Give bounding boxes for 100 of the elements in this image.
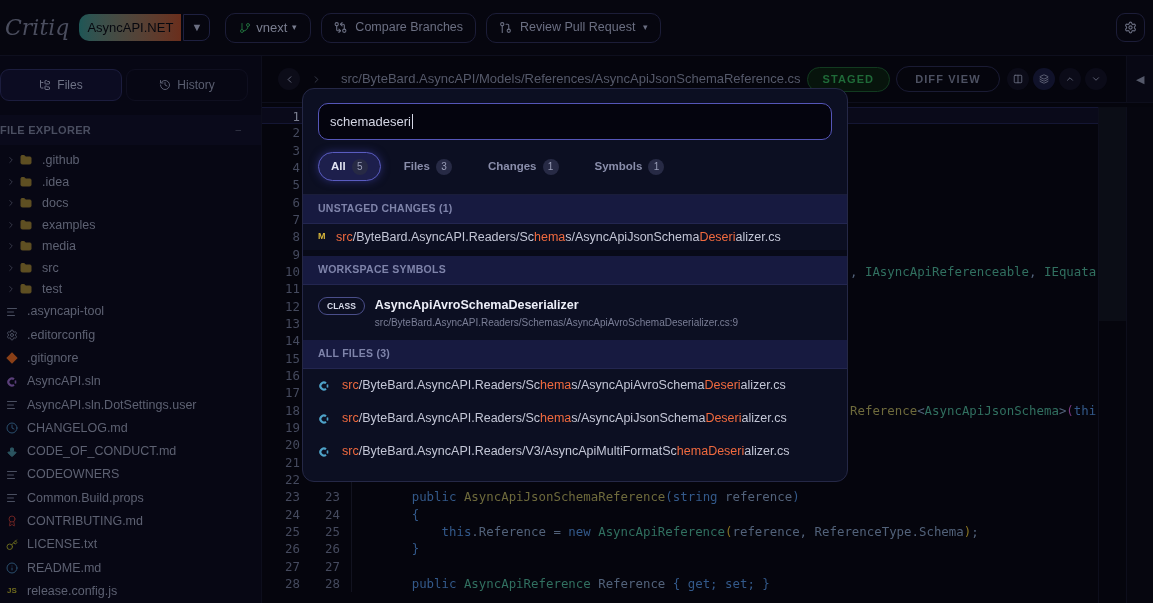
file-item[interactable]: README.md — [0, 556, 261, 580]
js-icon: JS — [7, 587, 17, 596]
code-line: } — [410, 540, 420, 558]
folder-icon — [20, 283, 32, 296]
file-item[interactable]: AsyncAPI.sln — [0, 370, 261, 394]
line-number: 27 — [284, 557, 300, 575]
file-item[interactable]: .asyncapi-tool — [0, 300, 261, 324]
file-result[interactable]: src/ByteBard.AsyncAPI.Readers/Schemas/AsyncApiAvroSchemaDeserializer.cs — [303, 369, 847, 402]
csharp-icon — [318, 412, 330, 425]
file-item[interactable]: JS release.config.js — [0, 579, 261, 603]
line-number: 4 — [291, 159, 300, 177]
folder-item[interactable]: examples — [0, 214, 261, 236]
file-path: src/ByteBard.AsyncAPI/Models/References/AsyncApiJsonSchemaReference.cs — [341, 70, 801, 89]
line-number: 21 — [284, 453, 300, 471]
chevron-right-icon — [6, 176, 16, 187]
line-number: 13 — [284, 314, 300, 333]
line-number: 24 — [325, 506, 340, 522]
clock-icon — [6, 422, 18, 435]
symbol-name: AsyncApiAvroSchemaDeserializer — [374, 297, 580, 313]
line-number: 27 — [325, 558, 340, 574]
line-number: 2 — [291, 124, 300, 142]
file-result[interactable]: src/ByteBard.AsyncAPI.Readers/V3/AsyncApiMultiFormatSchemaDeserializer.cs — [303, 435, 847, 468]
history-tab[interactable]: History — [126, 69, 248, 101]
section-header: ALL FILES (3) — [318, 346, 391, 362]
line-number: 8 — [291, 228, 300, 246]
folder-icon — [20, 175, 32, 188]
layers-button[interactable] — [1032, 68, 1055, 90]
csharp-icon — [6, 375, 18, 388]
previous-change-button[interactable] — [1058, 68, 1081, 90]
pull-request-icon — [499, 21, 513, 34]
csharp-icon — [318, 379, 330, 392]
chevron-right-icon — [6, 219, 16, 230]
line-number: 12 — [284, 297, 300, 315]
file-path: src/ByteBard.AsyncAPI.Readers/Schemas/AsyncApiAvroSchemaDeserializer.cs — [342, 377, 786, 395]
line-number: 6 — [291, 193, 300, 211]
repository-button[interactable]: AsyncAPI.NET — [79, 14, 182, 41]
file-path: src/ByteBard.AsyncAPI.Readers/Schemas/AsyncApiJsonSchemaDeserializer.cs — [336, 228, 781, 246]
folder-item[interactable]: media — [0, 235, 261, 258]
folder-item[interactable]: .idea — [0, 171, 261, 193]
folder-item[interactable]: docs — [0, 192, 261, 215]
file-explorer-title: FILE EXPLORER — [0, 122, 91, 138]
text-lines-icon — [6, 468, 18, 481]
branch-icon — [239, 21, 252, 34]
chevron-right-icon — [6, 284, 16, 295]
line-number: 20 — [284, 436, 300, 454]
settings-icon — [1124, 21, 1137, 34]
file-item[interactable]: CODE_OF_CONDUCT.md — [0, 439, 261, 464]
line-number: 18 — [284, 401, 300, 419]
line-number: 11 — [284, 280, 300, 298]
folder-icon — [20, 218, 32, 231]
file-item[interactable]: CODEOWNERS — [0, 463, 261, 487]
file-tree-icon — [39, 79, 52, 91]
filter-tab[interactable]: Symbols 1 — [581, 152, 678, 181]
file-path: src/ByteBard.AsyncAPI.Readers/Schemas/AsyncApiJsonSchemaDeserializer.cs — [342, 410, 787, 428]
repository-dropdown-button[interactable]: ▼ — [183, 14, 211, 41]
settings-button[interactable] — [1116, 13, 1145, 42]
file-result[interactable]: src/ByteBard.AsyncAPI.Readers/Schemas/AsyncApiJsonSchemaDeserializer.cs — [303, 402, 847, 435]
chevron-right-icon — [6, 155, 16, 166]
compare-branches-button[interactable]: Compare Branches — [321, 12, 477, 43]
next-change-button[interactable] — [1084, 68, 1107, 90]
ribbon-icon — [6, 515, 18, 528]
file-item[interactable]: AsyncAPI.sln.DotSettings.user — [0, 393, 261, 417]
info-icon — [6, 562, 18, 575]
file-item[interactable]: .editorconfig — [0, 323, 261, 347]
files-tab[interactable]: Files — [0, 69, 122, 101]
line-number: 10 — [284, 262, 300, 281]
file-item[interactable]: CHANGELOG.md — [0, 416, 261, 440]
line-number: 19 — [284, 418, 300, 437]
back-button[interactable] — [278, 68, 300, 90]
side-panel-toggle[interactable]: ◀ — [1126, 56, 1153, 102]
file-item[interactable]: .gitignore — [0, 346, 261, 371]
file-item[interactable]: LICENSE.txt — [0, 533, 261, 557]
search-field[interactable]: schemadeseri — [318, 103, 832, 140]
filter-tab[interactable]: Files 3 — [390, 152, 465, 181]
line-number: 22 — [284, 470, 300, 489]
csharp-icon — [318, 445, 330, 458]
scrollbar-thumb[interactable] — [1099, 107, 1126, 321]
folder-item[interactable]: test — [0, 278, 261, 301]
file-item[interactable]: CONTRIBUTING.md — [0, 509, 261, 534]
filter-tab[interactable]: Changes 1 — [474, 152, 572, 181]
filter-tab[interactable]: All 5 — [318, 152, 381, 181]
file-item[interactable]: Common.Build.props — [0, 486, 261, 510]
symbol-location: src/ByteBard.AsyncAPI.Readers/Schemas/AsyncApiAvroSchemaDeserializer.cs:9 — [374, 316, 739, 330]
line-number: 23 — [325, 489, 340, 505]
branch-selector[interactable]: vnext ▾ — [225, 12, 312, 43]
review-pull-request-button[interactable]: Review Pull Request ▾ — [486, 12, 662, 43]
code-line: this.Reference = new AsyncApiReference(reference, ReferenceType.Schema); — [440, 522, 979, 541]
chevron-up-icon — [1064, 74, 1075, 84]
folder-item[interactable]: .github — [0, 149, 261, 172]
chevron-down-icon — [1090, 74, 1101, 84]
code-line: public AsyncApiReference Reference { get; set; } — [410, 574, 770, 593]
line-number: 3 — [291, 141, 300, 159]
split-view-button[interactable] — [1006, 68, 1029, 90]
folder-icon — [20, 240, 32, 253]
symbol-result[interactable]: CLASS AsyncApiAvroSchemaDeserializer src/ByteBard.AsyncAPI.Readers/Schemas/AsyncApiAvroSchemaDeserializer.cs:9 — [303, 285, 847, 340]
text-lines-icon — [6, 305, 18, 318]
file-path: src/ByteBard.AsyncAPI.Readers/V3/AsyncApiMultiFormatSchemaDeserializer.cs — [342, 443, 790, 461]
code-line: , IAsyncApiReferenceable, IEquata — [850, 262, 1097, 281]
folder-item[interactable]: src — [0, 257, 261, 279]
line-number: 25 — [325, 523, 340, 539]
